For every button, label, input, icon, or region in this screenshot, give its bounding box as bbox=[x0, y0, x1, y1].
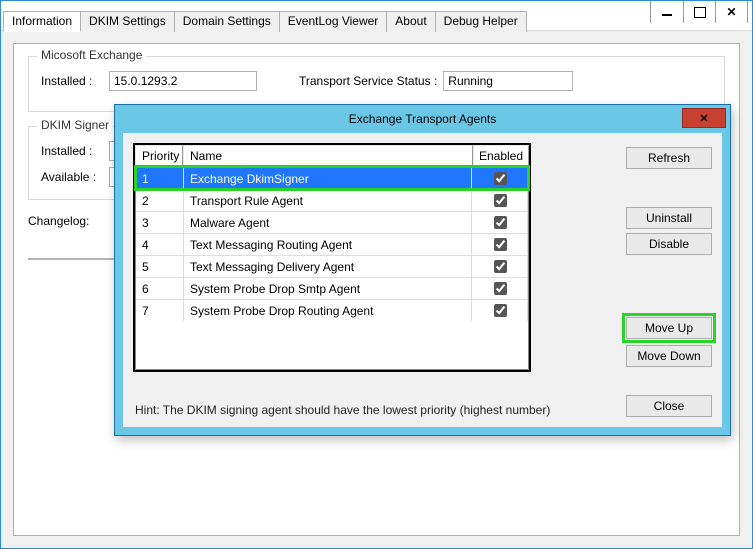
minimize-button[interactable] bbox=[651, 1, 683, 23]
cell-name: Text Messaging Delivery Agent bbox=[184, 256, 472, 277]
table-row[interactable]: 6System Probe Drop Smtp Agent bbox=[136, 277, 528, 299]
table-row[interactable]: 1Exchange DkimSigner bbox=[136, 167, 528, 189]
enabled-checkbox[interactable] bbox=[494, 304, 507, 317]
table-row[interactable]: 4Text Messaging Routing Agent bbox=[136, 233, 528, 255]
agents-table-body: 1Exchange DkimSigner2Transport Rule Agen… bbox=[135, 167, 529, 370]
cell-name: System Probe Drop Routing Agent bbox=[184, 300, 472, 321]
close-button[interactable] bbox=[715, 1, 747, 23]
col-header-enabled[interactable]: Enabled bbox=[473, 145, 529, 166]
cell-name: Exchange DkimSigner bbox=[184, 168, 472, 189]
enabled-checkbox[interactable] bbox=[494, 172, 507, 185]
tab-dkim-settings[interactable]: DKIM Settings bbox=[80, 11, 175, 32]
transport-status-field[interactable] bbox=[443, 71, 573, 91]
agents-table: Priority Name Enabled 1Exchange DkimSign… bbox=[133, 143, 531, 372]
cell-enabled bbox=[472, 190, 528, 211]
cell-priority: 4 bbox=[136, 234, 184, 255]
tab-about[interactable]: About bbox=[386, 11, 435, 32]
refresh-button[interactable]: Refresh bbox=[626, 147, 712, 169]
window-controls bbox=[650, 1, 748, 23]
cell-priority: 1 bbox=[136, 168, 184, 189]
dialog-close-button[interactable] bbox=[682, 108, 726, 128]
exchange-installed-label: Installed : bbox=[41, 74, 103, 88]
enabled-checkbox[interactable] bbox=[494, 216, 507, 229]
enabled-checkbox[interactable] bbox=[494, 238, 507, 251]
table-row[interactable]: 2Transport Rule Agent bbox=[136, 189, 528, 211]
signer-available-label: Available : bbox=[41, 170, 103, 184]
cell-priority: 6 bbox=[136, 278, 184, 299]
col-header-name[interactable]: Name bbox=[183, 145, 473, 166]
transport-status-label: Transport Service Status : bbox=[299, 74, 437, 88]
cell-priority: 5 bbox=[136, 256, 184, 277]
dialog-body: Priority Name Enabled 1Exchange DkimSign… bbox=[123, 133, 722, 427]
cell-name: Malware Agent bbox=[184, 212, 472, 233]
uninstall-button[interactable]: Uninstall bbox=[626, 207, 712, 229]
tab-strip: Information DKIM Settings Domain Setting… bbox=[3, 11, 526, 32]
move-up-button[interactable]: Move Up bbox=[626, 317, 712, 339]
cell-priority: 2 bbox=[136, 190, 184, 211]
enabled-checkbox[interactable] bbox=[494, 194, 507, 207]
cell-enabled bbox=[472, 212, 528, 233]
enabled-checkbox[interactable] bbox=[494, 282, 507, 295]
cell-enabled bbox=[472, 256, 528, 277]
cell-name: Transport Rule Agent bbox=[184, 190, 472, 211]
table-row[interactable]: 3Malware Agent bbox=[136, 211, 528, 233]
dialog-title-bar[interactable]: Exchange Transport Agents bbox=[115, 105, 730, 133]
cell-enabled bbox=[472, 278, 528, 299]
signer-group-title: DKIM Signer bbox=[37, 118, 113, 132]
enabled-checkbox[interactable] bbox=[494, 260, 507, 273]
dialog-title: Exchange Transport Agents bbox=[349, 112, 496, 126]
cell-enabled bbox=[472, 168, 528, 189]
tab-eventlog-viewer[interactable]: EventLog Viewer bbox=[279, 11, 388, 32]
move-down-button[interactable]: Move Down bbox=[626, 345, 712, 367]
exchange-installed-field[interactable] bbox=[109, 71, 257, 91]
col-header-priority[interactable]: Priority bbox=[135, 145, 183, 166]
tab-domain-settings[interactable]: Domain Settings bbox=[174, 11, 280, 32]
cell-name: System Probe Drop Smtp Agent bbox=[184, 278, 472, 299]
cell-priority: 3 bbox=[136, 212, 184, 233]
tab-information[interactable]: Information bbox=[3, 11, 81, 32]
table-row[interactable]: 5Text Messaging Delivery Agent bbox=[136, 255, 528, 277]
cell-enabled bbox=[472, 234, 528, 255]
transport-agents-dialog: Exchange Transport Agents Priority Name … bbox=[114, 104, 731, 436]
signer-installed-label: Installed : bbox=[41, 144, 103, 158]
cell-priority: 7 bbox=[136, 300, 184, 321]
disable-button[interactable]: Disable bbox=[626, 233, 712, 255]
dialog-close-btn[interactable]: Close bbox=[626, 395, 712, 417]
agents-table-header: Priority Name Enabled bbox=[135, 145, 529, 167]
table-row[interactable]: 7System Probe Drop Routing Agent bbox=[136, 299, 528, 321]
cell-enabled bbox=[472, 300, 528, 321]
exchange-group-title: Micosoft Exchange bbox=[37, 48, 146, 62]
dialog-hint: Hint: The DKIM signing agent should have… bbox=[135, 403, 550, 417]
tab-debug-helper[interactable]: Debug Helper bbox=[435, 11, 527, 32]
cell-name: Text Messaging Routing Agent bbox=[184, 234, 472, 255]
maximize-button[interactable] bbox=[683, 1, 715, 23]
